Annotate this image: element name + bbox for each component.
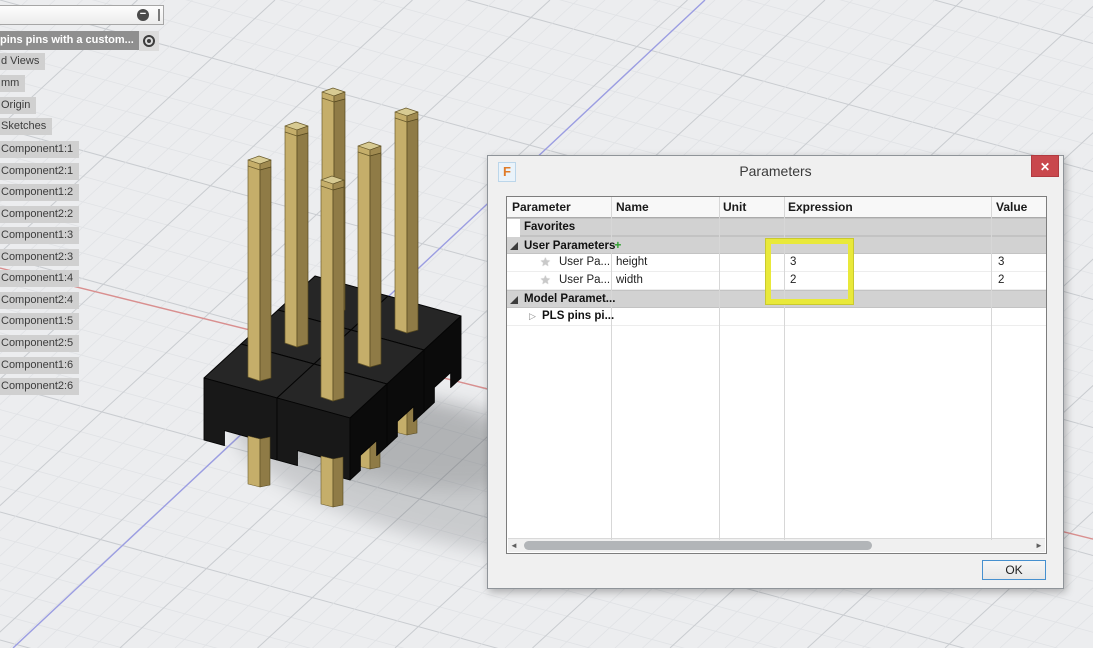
column-separator [719, 197, 720, 540]
dialog-title-bar[interactable]: Parameters [488, 156, 1063, 186]
col-parameter[interactable]: Parameter [512, 197, 571, 217]
model-parameters-label: Model Paramet... [524, 293, 616, 305]
browser-collapse-icon[interactable]: − [137, 9, 149, 21]
pin-body [284, 131, 298, 348]
favorites-label: Favorites [524, 221, 576, 233]
favorite-star-icon[interactable]: ★ [540, 272, 551, 290]
row-pls-component[interactable]: ▷ PLS pins pi... [507, 308, 1046, 326]
parameters-dialog: Parameters F ✕ Parameter Name Unit Expre… [487, 155, 1064, 589]
pin-body [247, 165, 261, 382]
column-separator [991, 197, 992, 540]
browser-component-item[interactable]: Component2:6 [0, 378, 80, 396]
col-unit[interactable]: Unit [723, 197, 746, 217]
pin-body [406, 118, 419, 334]
browser-folder-item[interactable]: Origin [0, 97, 37, 114]
visibility-radio-icon[interactable] [139, 31, 159, 51]
row-favorites[interactable]: Favorites [507, 218, 1046, 237]
pin-body [259, 166, 272, 382]
favorite-star-icon[interactable]: ★ [540, 254, 551, 272]
param-name-cell[interactable]: width [616, 272, 643, 290]
pin-tail [332, 456, 344, 508]
pin-body [394, 117, 408, 334]
pls-label: PLS pins pi... [542, 310, 615, 322]
pin-body [332, 186, 345, 402]
horizontal-scrollbar[interactable]: ◄ ► [508, 538, 1045, 552]
favorites-gutter [507, 219, 520, 237]
col-value[interactable]: Value [996, 197, 1027, 217]
fusion-app-window: − pins pins with a custom... d Views mm Or… [0, 0, 1093, 648]
user-parameters-label: User Parameters+ [524, 237, 621, 255]
browser-component-item[interactable]: Component2:4 [0, 291, 80, 309]
pin-body [320, 185, 334, 402]
col-expression[interactable]: Expression [788, 197, 853, 217]
pin-body [369, 152, 382, 368]
pin-tail [259, 436, 271, 488]
scroll-left-icon[interactable]: ◄ [508, 539, 520, 551]
visibility-dot [147, 39, 151, 43]
expand-triangle-icon[interactable] [510, 242, 518, 250]
browser-component-item[interactable]: Component2:5 [0, 334, 80, 352]
browser-folder-item[interactable]: Sketches [0, 118, 53, 135]
browser-panel-grip[interactable] [158, 9, 160, 21]
browser-folder-item[interactable]: d Views [0, 53, 46, 70]
browser-component-item[interactable]: Component1:4 [0, 270, 80, 288]
browser-component-item[interactable]: Component1:3 [0, 227, 80, 245]
browser-component-item[interactable]: Component2:1 [0, 162, 80, 180]
pin-tail [320, 455, 334, 508]
pin-tail [247, 435, 261, 488]
browser-component-item[interactable]: Component1:5 [0, 313, 80, 331]
browser-component-item[interactable]: Component2:3 [0, 248, 80, 266]
browser-header-bar[interactable]: − [0, 5, 164, 25]
close-icon: ✕ [1039, 160, 1051, 174]
close-button[interactable]: ✕ [1031, 155, 1059, 177]
browser-component-item[interactable]: Component2:2 [0, 205, 80, 223]
pin-body [357, 151, 371, 368]
expand-triangle-icon[interactable] [510, 296, 518, 304]
highlight-box [765, 238, 854, 305]
param-name-cell[interactable]: height [616, 254, 647, 272]
pin-body [296, 132, 309, 348]
table-header: Parameter Name Unit Expression Value [507, 197, 1046, 218]
user-parameters-text: User Parameters [524, 240, 616, 252]
browser-folder-item[interactable]: mm [0, 75, 26, 92]
param-type-cell: User Pa... [559, 256, 611, 268]
browser-component-item[interactable]: Component1:2 [0, 184, 80, 202]
browser-component-item[interactable]: Component1:6 [0, 356, 80, 374]
browser-root-label: pins pins with a custom... [0, 34, 134, 46]
fusion-app-icon: F [498, 162, 516, 182]
scroll-right-icon[interactable]: ► [1033, 539, 1045, 551]
browser-root-node[interactable]: pins pins with a custom... [0, 31, 140, 50]
collapsed-triangle-icon[interactable]: ▷ [529, 308, 536, 326]
browser-component-item[interactable]: Component1:1 [0, 141, 80, 158]
param-value-cell: 3 [998, 256, 1005, 268]
ok-label: OK [1005, 563, 1023, 577]
param-type-cell: User Pa... [559, 274, 611, 286]
ok-button[interactable]: OK [982, 560, 1046, 580]
param-value-cell: 2 [998, 274, 1005, 286]
fusion-icon-letter: F [503, 164, 511, 179]
add-parameter-icon[interactable]: + [614, 238, 621, 252]
collapse-glyph: − [139, 8, 147, 20]
col-name[interactable]: Name [616, 197, 649, 217]
scrollbar-thumb[interactable] [524, 541, 872, 550]
dialog-title: Parameters [739, 163, 812, 179]
